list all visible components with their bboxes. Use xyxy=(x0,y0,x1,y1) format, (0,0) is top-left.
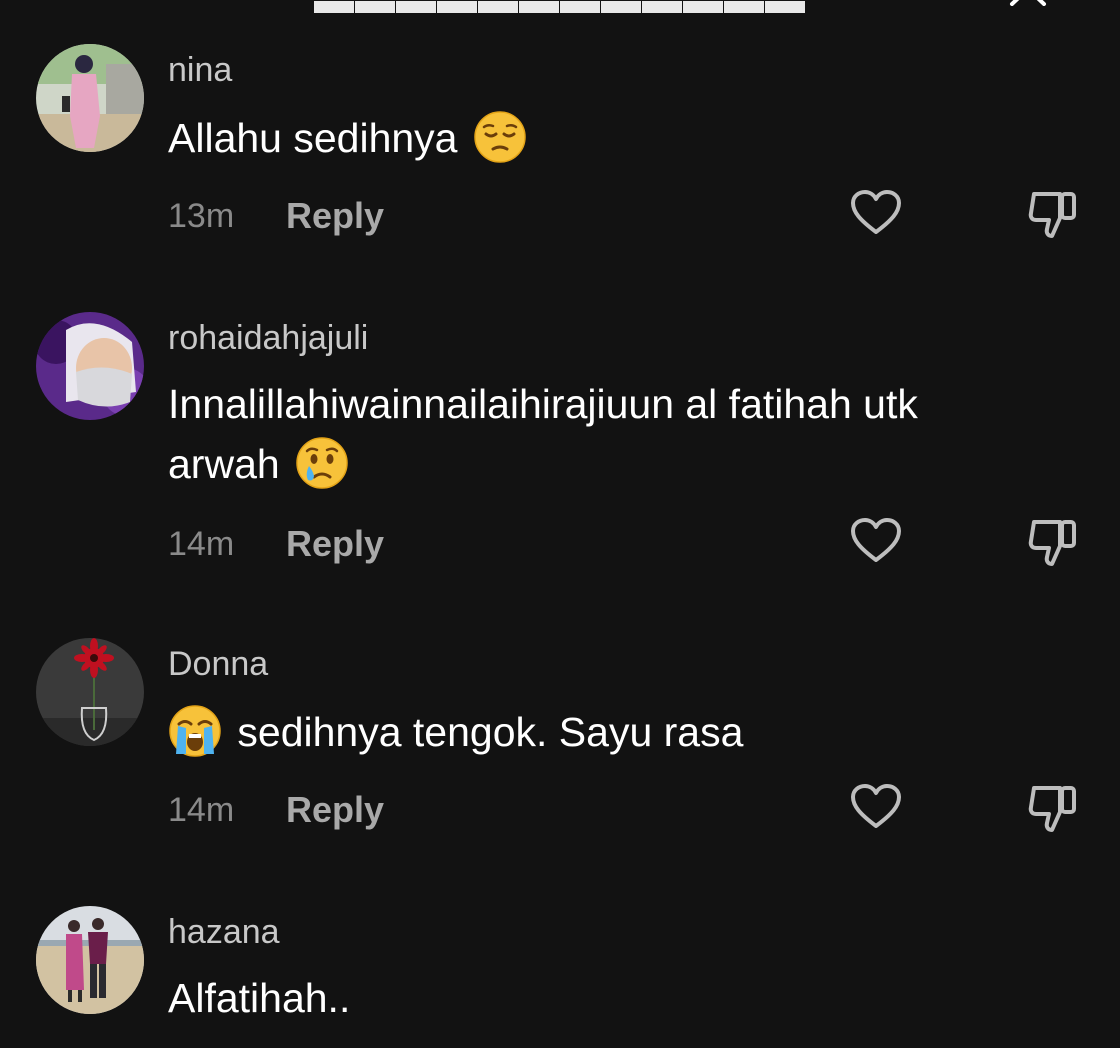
avatar[interactable] xyxy=(36,44,144,152)
heart-outline-icon[interactable] xyxy=(850,190,902,236)
reply-button[interactable]: Reply xyxy=(286,790,384,830)
thumbs-down-icon[interactable] xyxy=(1026,784,1078,834)
comment-item: Donna sedihnya tengok. Sayu rasa 14m Rep… xyxy=(0,638,1120,858)
comment-item: rohaidahjajuli Innalillahiwainnailaihira… xyxy=(0,312,1120,572)
comments-panel: ▬▬▬▬▬▬▬▬▬▬▬▬ nina Allahu sedihnya 13m Re… xyxy=(0,0,1120,1048)
comment-text: sedihnya tengok. Sayu rasa xyxy=(168,702,1068,762)
comment-text-content: sedihnya tengok. Sayu rasa xyxy=(237,709,744,755)
comments-count-header: ▬▬▬▬▬▬▬▬▬▬▬▬ xyxy=(314,0,806,22)
comment-text: Allahu sedihnya xyxy=(168,108,1068,168)
thumbs-down-icon[interactable] xyxy=(1026,190,1078,240)
comment-text-line: arwah xyxy=(168,434,1068,494)
comment-text-content: arwah xyxy=(168,441,280,487)
loudly-crying-face-emoji xyxy=(168,704,222,758)
comment-username[interactable]: nina xyxy=(168,50,232,90)
comment-text: Alfatihah.. xyxy=(168,968,1068,1028)
comment-text-line: Innalillahiwainnailaihirajiuun al fatiha… xyxy=(168,381,918,427)
comment-timestamp: 14m xyxy=(168,525,235,563)
pensive-face-emoji xyxy=(473,110,527,164)
comment-username[interactable]: rohaidahjajuli xyxy=(168,318,368,358)
avatar[interactable] xyxy=(36,638,144,746)
reply-button[interactable]: Reply xyxy=(286,196,384,236)
reply-button[interactable]: Reply xyxy=(286,524,384,564)
comment-text-content: Allahu sedihnya xyxy=(168,115,458,161)
heart-outline-icon[interactable] xyxy=(850,784,902,830)
comment-item: nina Allahu sedihnya 13m Reply xyxy=(0,44,1120,264)
crying-face-emoji xyxy=(295,436,349,490)
heart-outline-icon[interactable] xyxy=(850,518,902,564)
comment-username[interactable]: hazana xyxy=(168,912,280,952)
comment-text: Innalillahiwainnailaihirajiuun al fatiha… xyxy=(168,374,1068,494)
avatar[interactable] xyxy=(36,906,144,1014)
comment-item: hazana Alfatihah.. xyxy=(0,906,1120,1048)
close-icon[interactable] xyxy=(1006,0,1050,6)
comment-timestamp: 13m xyxy=(168,197,235,235)
thumbs-down-icon[interactable] xyxy=(1026,518,1078,568)
comment-timestamp: 14m xyxy=(168,791,235,829)
comment-username[interactable]: Donna xyxy=(168,644,268,684)
avatar[interactable] xyxy=(36,312,144,420)
comment-text-content: Alfatihah.. xyxy=(168,975,351,1021)
